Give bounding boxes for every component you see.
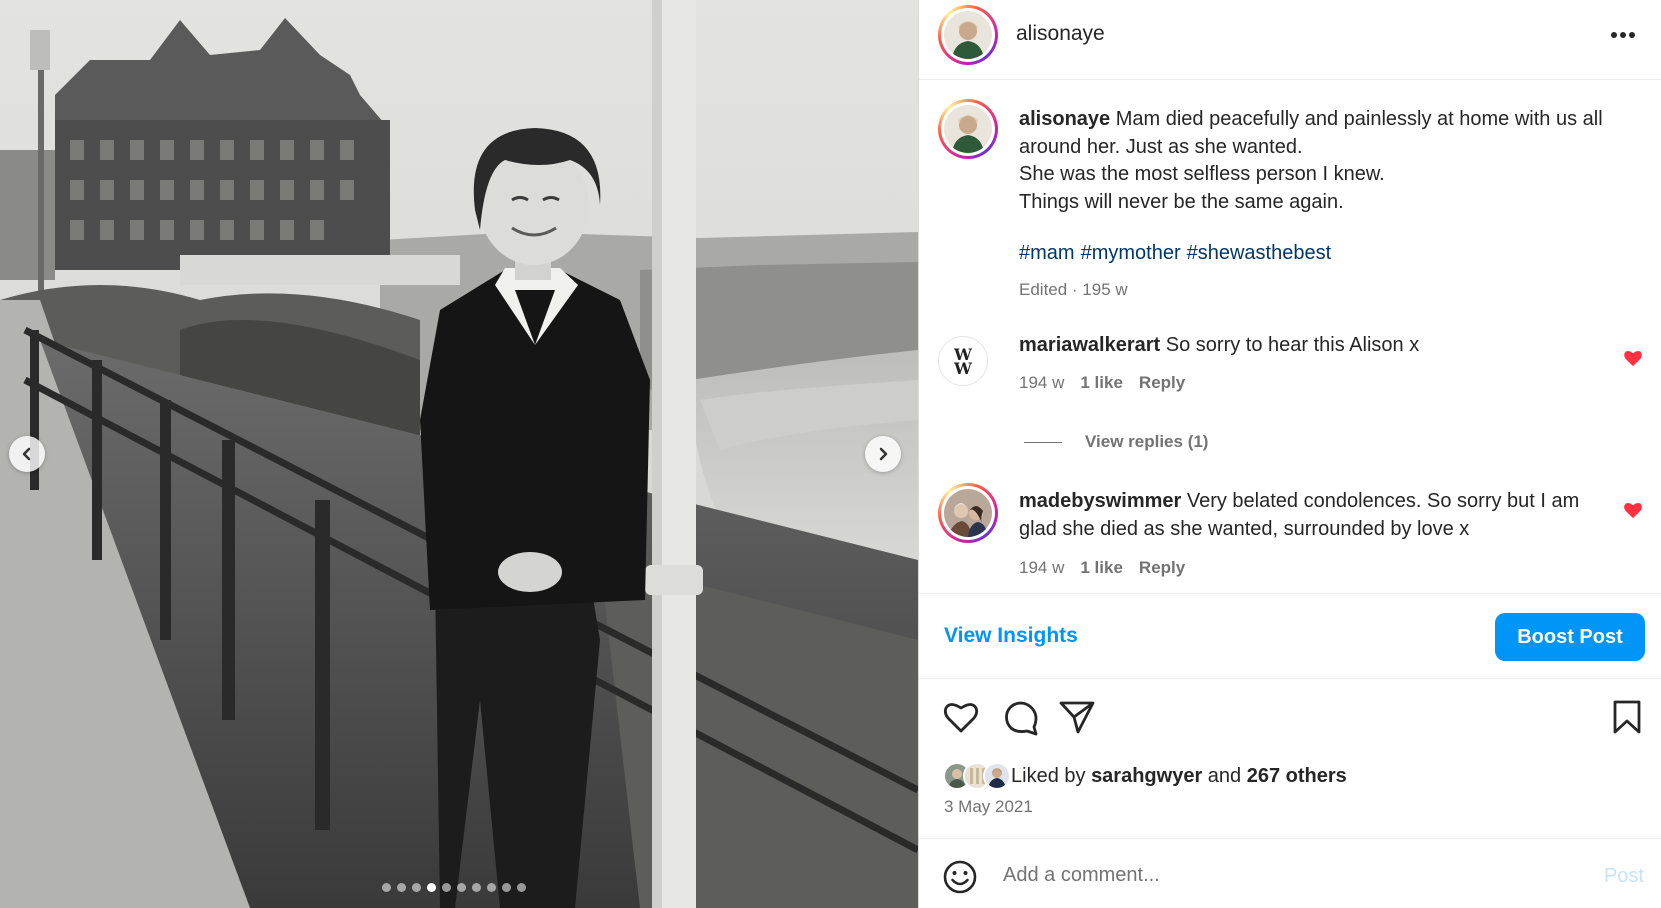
comment-likes[interactable]: 1 like [1080,558,1123,578]
emoji-smile-icon [943,860,977,894]
post-caption: alisonaye Mam died peacefully and painle… [1019,106,1629,216]
carousel-dot [457,883,466,892]
carousel-dot [502,883,511,892]
view-insights-link[interactable]: View Insights [944,624,1078,648]
author-username[interactable]: alisonaye [1016,22,1105,46]
save-button[interactable] [1612,700,1642,739]
liked-by-user[interactable]: sarahgwyer [1091,765,1202,788]
carousel-prev-button[interactable] [9,436,45,472]
carousel-dot [472,883,481,892]
comment-reply-button[interactable]: Reply [1139,373,1185,393]
caption-meta: Edited · 195 w [1019,280,1128,299]
comment-text: So sorry to hear this Alison x [1165,334,1420,356]
monogram-logo-icon: W W [953,346,973,376]
more-horizontal-icon [1611,32,1635,38]
comment-bubble-icon [1005,701,1038,736]
liker-avatars [943,762,1011,790]
carousel-next-button[interactable] [865,436,901,472]
comment-meta: 194 w 1 like Reply [1019,373,1185,393]
comment-reply-button[interactable]: Reply [1139,558,1185,578]
profile-photo-icon [944,489,992,537]
comment-meta: 194 w 1 like Reply [1019,558,1185,578]
caption-line: She was the most selfless person I knew. [1019,163,1385,185]
chevron-right-icon [879,447,888,461]
hashtag-link[interactable]: #shewasthebest [1187,242,1332,264]
replies-divider [1024,441,1062,443]
post-photo[interactable] [0,0,918,908]
caption-line: Things will never be the same again. [1019,190,1344,213]
heart-filled-icon [1624,502,1642,519]
insights-bar: View Insights Boost Post [919,593,1661,679]
post-actions [919,700,1661,740]
liked-by-and: and [1207,764,1242,787]
svg-text:W: W [953,359,973,376]
commenter-avatar[interactable]: W W [938,336,988,386]
comment-username[interactable]: mariawalkerart [1019,334,1160,356]
carousel-dot [397,883,406,892]
carousel-dot [382,883,391,892]
comment-composer: Post [919,838,1661,908]
carousel-dot [487,883,496,892]
caption-avatar[interactable] [938,99,998,159]
liked-by-prefix: Liked by [1011,764,1086,787]
carousel-dot [442,883,451,892]
profile-photo-icon [944,11,992,59]
comment-username[interactable]: madebyswimmer [1019,490,1181,512]
view-replies-button[interactable]: View replies (1) [1024,432,1208,452]
comment-like-button[interactable] [1623,349,1643,372]
comment-age: 194 w [1019,373,1065,392]
comment-body: mariawalkerart So sorry to hear this Ali… [1019,332,1589,360]
carousel-dot [427,883,436,892]
bookmark-icon [1613,700,1641,734]
share-button[interactable] [1059,700,1095,739]
caption-username[interactable]: alisonaye [1019,108,1110,130]
hashtag-link[interactable]: #mam [1019,242,1075,264]
hashtag-link[interactable]: #mymother [1081,242,1181,264]
heart-outline-icon [943,703,979,733]
post-header: alisonaye [919,0,1661,80]
carousel-indicator [382,883,526,892]
post-side-panel: alisonaye alisonaye Mam died peacefully … [918,0,1661,908]
post-comment-button[interactable]: Post [1604,865,1644,888]
comment-body: madebyswimmer Very belated condolences. … [1019,488,1589,543]
comment-likes[interactable]: 1 like [1080,373,1123,393]
author-avatar[interactable] [938,5,998,65]
like-button[interactable] [943,700,979,739]
comment-age: 194 w [1019,558,1065,577]
caption-hashtags: #mam #mymother #shewasthebest [1019,242,1337,265]
heart-filled-icon [1624,350,1642,367]
emoji-button[interactable] [943,860,977,899]
liked-by-others[interactable]: 267 others [1247,765,1347,788]
liked-by: Liked by sarahgwyer and 267 others [943,762,1347,790]
comment-input[interactable] [1003,859,1523,891]
post-image [0,0,918,908]
commenter-avatar[interactable] [938,483,998,543]
carousel-dot [517,883,526,892]
more-options-button[interactable] [1610,26,1636,44]
liker-avatar [983,762,1011,790]
comment-button[interactable] [1003,700,1039,741]
post-date: 3 May 2021 [944,797,1033,816]
paper-plane-icon [1059,701,1095,734]
boost-post-button[interactable]: Boost Post [1495,613,1645,661]
chevron-left-icon [22,447,31,461]
comment-like-button[interactable] [1623,501,1643,524]
view-replies-label: View replies (1) [1085,432,1209,451]
carousel-dot [412,883,421,892]
profile-photo-icon [985,764,1009,788]
profile-photo-icon [944,105,992,153]
